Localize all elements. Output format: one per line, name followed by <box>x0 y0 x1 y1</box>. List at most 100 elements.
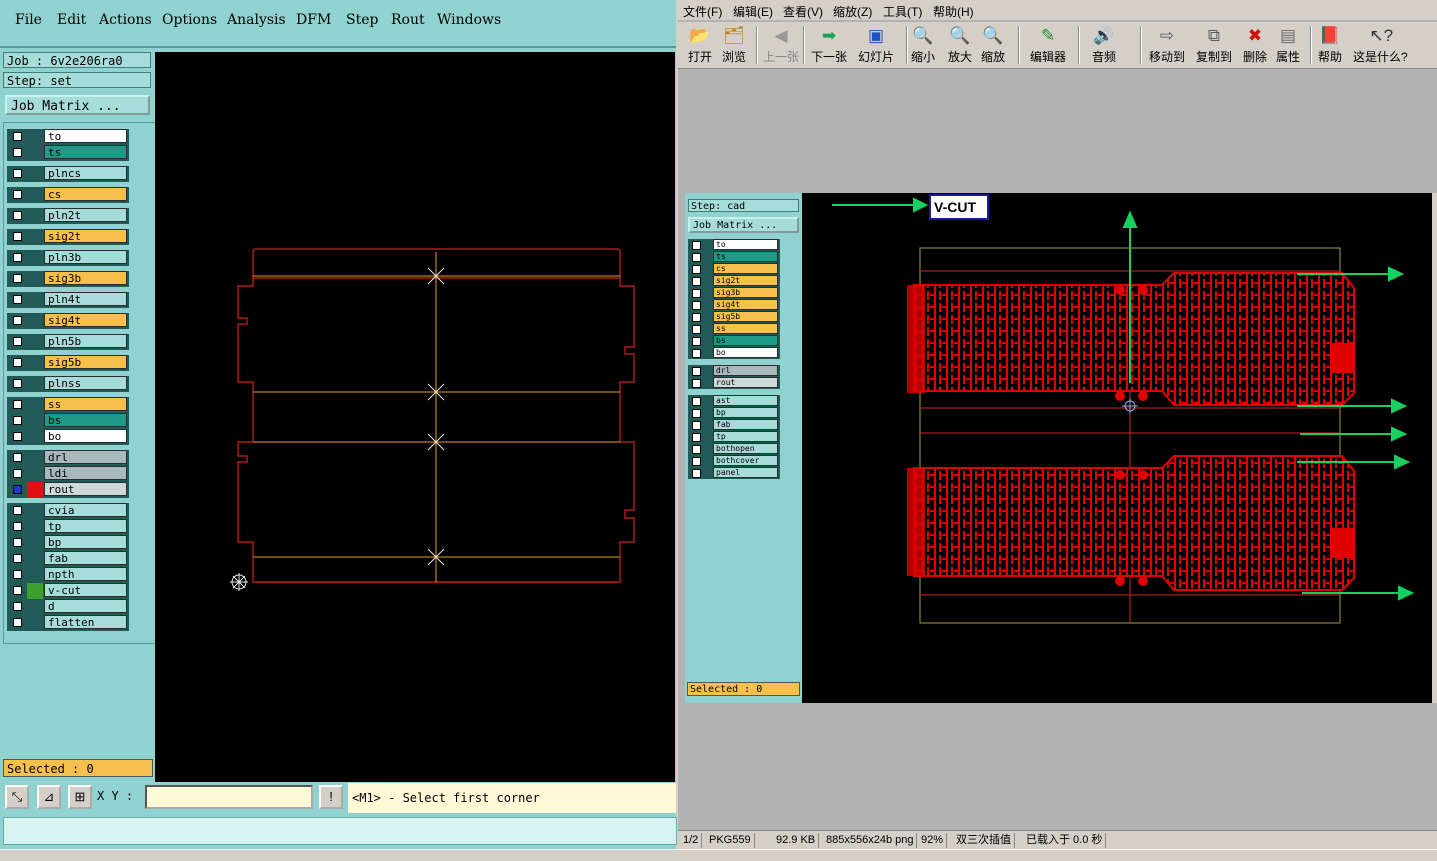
layer-checkbox[interactable] <box>13 148 22 157</box>
menu-step[interactable]: Step <box>346 12 378 28</box>
layer-checkbox[interactable] <box>13 358 22 367</box>
toolbar-button-editor[interactable]: ✎ 编辑器 <box>1030 24 1066 66</box>
layer-checkbox[interactable] <box>13 522 22 531</box>
toolbar-button-audio[interactable]: 🔊 音频 <box>1092 24 1116 66</box>
menu-analysis[interactable]: Analysis <box>227 12 286 28</box>
layer-row-tp[interactable]: tp <box>7 519 129 535</box>
layer-row-plncs[interactable]: plncs <box>7 166 129 182</box>
menu-actions[interactable]: Actions <box>99 12 152 28</box>
layer-checkbox[interactable] <box>13 618 22 627</box>
toolbar-button-zoom-out[interactable]: 🔍 缩小 <box>911 24 935 66</box>
layer-row-pln4t[interactable]: pln4t <box>7 292 129 308</box>
inner-layer-row-drl: drl <box>688 365 780 377</box>
layer-row-npth[interactable]: npth <box>7 567 129 583</box>
layer-row-ss[interactable]: ss <box>7 397 129 413</box>
layer-checkbox[interactable] <box>13 274 22 283</box>
layer-checkbox[interactable] <box>13 554 22 563</box>
layer-row-d[interactable]: d <box>7 599 129 615</box>
layer-checkbox[interactable] <box>13 253 22 262</box>
layer-checkbox[interactable] <box>13 416 22 425</box>
inner-layer-group: drl rout <box>688 365 780 389</box>
toolbar-button-properties[interactable]: ▤ 属性 <box>1276 24 1300 66</box>
layer-row-bs[interactable]: bs <box>7 413 129 429</box>
viewer-menu-2[interactable]: 查看(V) <box>783 3 823 20</box>
menu-file[interactable]: File <box>15 12 42 28</box>
viewer-menu-0[interactable]: 文件(F) <box>683 3 722 20</box>
layer-row-plnss[interactable]: plnss <box>7 376 129 392</box>
toolbar-button-slideshow[interactable]: ▣ 幻灯片 <box>858 24 894 66</box>
layer-checkbox[interactable] <box>13 169 22 178</box>
layer-row-flatten[interactable]: flatten <box>7 615 129 631</box>
layer-row-ts[interactable]: ts <box>7 145 129 161</box>
layer-checkbox[interactable] <box>13 379 22 388</box>
layer-checkbox[interactable] <box>13 570 22 579</box>
toolbar-button-zoom[interactable]: 🔍 缩放 <box>981 24 1005 66</box>
menu-edit[interactable]: Edit <box>57 12 86 28</box>
layer-row-v-cut[interactable]: v-cut <box>7 583 129 599</box>
layer-row-to[interactable]: to <box>7 129 129 145</box>
menu-rout[interactable]: Rout <box>391 12 425 28</box>
inner-layer-row-ts: ts <box>688 251 780 263</box>
toolbar-button-help-book[interactable]: 📕 帮助 <box>1318 24 1342 66</box>
layer-name: pln2t <box>44 208 127 222</box>
layer-checkbox[interactable] <box>13 453 22 462</box>
layer-checkbox[interactable] <box>13 538 22 547</box>
toolbar-button-prev[interactable]: ◀ 上一张 <box>763 24 799 66</box>
toolbar-button-whats-this[interactable]: ↖? 这是什么? <box>1353 24 1408 66</box>
viewer-menu-5[interactable]: 帮助(H) <box>933 3 974 20</box>
layer-checkbox[interactable] <box>13 602 22 611</box>
layer-row-ldi[interactable]: ldi <box>7 466 129 482</box>
viewer-menu-4[interactable]: 工具(T) <box>883 3 922 20</box>
xy-input[interactable] <box>145 785 313 809</box>
zoom-diagonal-button[interactable]: ⤡ <box>5 785 29 809</box>
job-info: Job : 6v2e206ra0 Step: set <box>3 52 153 90</box>
layer-color-marker <box>27 145 43 161</box>
layer-row-sig2t[interactable]: sig2t <box>7 229 129 245</box>
viewer-menu-1[interactable]: 编辑(E) <box>733 3 773 20</box>
toolbar-button-move-to[interactable]: ⇨ 移动到 <box>1149 24 1185 66</box>
layer-checkbox[interactable] <box>13 432 22 441</box>
layer-row-pln2t[interactable]: pln2t <box>7 208 129 224</box>
viewer-menu-3[interactable]: 缩放(Z) <box>833 3 872 20</box>
toolbar-button-browse[interactable]: 🗂 浏览 <box>722 24 746 66</box>
layer-checkbox[interactable] <box>13 232 22 241</box>
layer-row-bo[interactable]: bo <box>7 429 129 445</box>
toolbar-button-folder-open[interactable]: 📂 打开 <box>688 24 712 66</box>
layer-checkbox[interactable] <box>13 586 22 595</box>
toolbar-button-delete[interactable]: ✖ 删除 <box>1243 24 1267 66</box>
layer-row-rout[interactable]: rout <box>7 482 129 498</box>
layer-checkbox[interactable] <box>13 295 22 304</box>
toolbar-button-next[interactable]: ➡ 下一张 <box>811 24 847 66</box>
menu-dfm[interactable]: DFM <box>296 12 331 28</box>
graphics-canvas[interactable] <box>155 52 675 782</box>
layer-color-marker <box>27 583 43 599</box>
toolbar-button-copy-to[interactable]: ⧉ 复制到 <box>1196 24 1232 66</box>
exclaim-button[interactable]: ! <box>319 785 343 809</box>
layer-row-sig4t[interactable]: sig4t <box>7 313 129 329</box>
layer-row-pln5b[interactable]: pln5b <box>7 334 129 350</box>
layer-checkbox[interactable] <box>13 469 22 478</box>
layer-checkbox[interactable] <box>13 400 22 409</box>
layer-row-sig3b[interactable]: sig3b <box>7 271 129 287</box>
layer-row-bp[interactable]: bp <box>7 535 129 551</box>
layer-row-fab[interactable]: fab <box>7 551 129 567</box>
menu-options[interactable]: Options <box>162 12 217 28</box>
layer-checkbox[interactable] <box>13 337 22 346</box>
layer-checkbox[interactable] <box>13 211 22 220</box>
toolbar-button-zoom-in[interactable]: 🔍 放大 <box>948 24 972 66</box>
layer-checkbox[interactable] <box>13 132 22 141</box>
layer-row-drl[interactable]: drl <box>7 450 129 466</box>
layer-row-pln3b[interactable]: pln3b <box>7 250 129 266</box>
layer-checkbox[interactable] <box>13 506 22 515</box>
layer-checkbox[interactable] <box>13 190 22 199</box>
menu-windows[interactable]: Windows <box>437 12 501 28</box>
grid-snap-button[interactable]: ⊞ <box>68 785 92 809</box>
layer-row-cvia[interactable]: cvia <box>7 503 129 519</box>
layer-name: ts <box>44 145 127 159</box>
zoom-area-button[interactable]: ⊿ <box>37 785 61 809</box>
layer-row-sig5b[interactable]: sig5b <box>7 355 129 371</box>
layer-row-cs[interactable]: cs <box>7 187 129 203</box>
layer-checkbox[interactable] <box>13 485 22 494</box>
job-matrix-button[interactable]: Job Matrix ... <box>5 95 150 115</box>
layer-checkbox[interactable] <box>13 316 22 325</box>
